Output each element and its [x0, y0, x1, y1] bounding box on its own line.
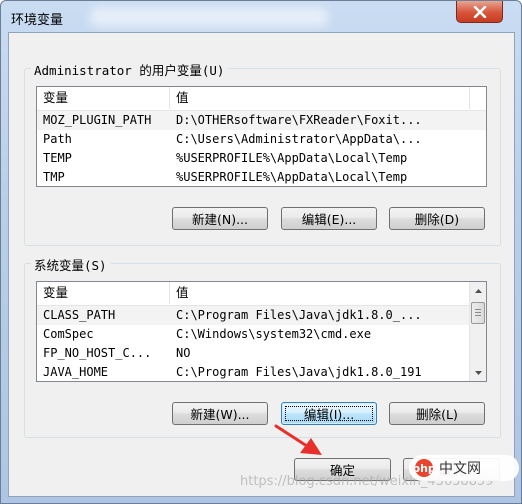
user-new-button[interactable]: 新建(N)...	[172, 207, 268, 230]
list-header: 变量 值	[37, 87, 486, 111]
close-button[interactable]	[456, 1, 503, 23]
user-edit-button[interactable]: 编辑(E)...	[281, 207, 377, 230]
dialog-client-area: Administrator 的用户变量(U) 变量 值 MOZ_PLUGIN_P…	[8, 32, 515, 497]
column-header-value[interactable]: 值	[170, 87, 470, 109]
variable-name: TMP	[43, 170, 65, 184]
scroll-up-button[interactable]	[470, 282, 486, 299]
variable-value: C:\Program Files\Java\jdk1.8.0_191	[176, 365, 422, 379]
title-bar[interactable]: 环境变量	[1, 1, 521, 33]
variable-value: C:\Windows\system32\cmd.exe	[176, 327, 372, 341]
variable-name: CLASS_PATH	[43, 308, 116, 322]
variable-name: JAVA_HOME	[43, 365, 109, 379]
list-header: 变量 值	[37, 282, 486, 306]
user-variables-label: Administrator 的用户变量(U)	[31, 60, 229, 79]
table-row[interactable]: TMP %USERPROFILE%\AppData\Local\Temp	[37, 168, 486, 186]
user-variables-list[interactable]: 变量 值 MOZ_PLUGIN_PATH D:\OTHERsoftware\FX…	[36, 86, 487, 187]
variable-value: C:\Program Files\Java\jdk1.8.0_...	[176, 308, 422, 322]
table-row[interactable]: JAVA_HOME C:\Program Files\Java\jdk1.8.0…	[37, 363, 486, 381]
system-variables-label: 系统变量(S)	[31, 255, 111, 274]
system-delete-button[interactable]: 删除(L)	[389, 402, 485, 425]
column-header-value[interactable]: 值	[170, 282, 470, 304]
chevron-up-icon	[474, 288, 482, 293]
variable-value: NO	[176, 346, 191, 360]
scroll-thumb[interactable]	[471, 302, 485, 324]
column-header-variable[interactable]: 变量	[37, 282, 170, 304]
system-new-button[interactable]: 新建(W)...	[172, 402, 268, 425]
table-row[interactable]: TEMP %USERPROFILE%\AppData\Local\Temp	[37, 149, 486, 168]
site-logo: php 中文网	[409, 455, 519, 481]
system-edit-button[interactable]: 编辑(I)...	[281, 402, 377, 425]
table-row[interactable]: CLASS_PATH C:\Program Files\Java\jdk1.8.…	[37, 306, 486, 325]
variable-value: %USERPROFILE%\AppData\Local\Temp	[176, 151, 408, 165]
variable-value: C:\Users\Administrator\AppData\...	[176, 132, 422, 146]
blurred-title-text	[89, 7, 329, 27]
table-row[interactable]: Path C:\Users\Administrator\AppData\...	[37, 130, 486, 149]
logo-text: 中文网	[439, 461, 481, 477]
scroll-down-button[interactable]	[470, 364, 486, 381]
variable-name: TEMP	[43, 151, 72, 165]
column-header-variable[interactable]: 变量	[37, 87, 170, 109]
table-row[interactable]: FP_NO_HOST_C... NO	[37, 344, 486, 363]
system-variables-list[interactable]: 变量 值 CLASS_PATH C:\Program Files\Java\jd…	[36, 281, 487, 382]
user-delete-button[interactable]: 删除(D)	[389, 207, 485, 230]
variable-name: ComSpec	[43, 327, 94, 341]
vertical-scrollbar[interactable]	[469, 282, 486, 381]
variable-value: %USERPROFILE%\AppData\Local\Temp	[176, 170, 408, 184]
window-title: 环境变量	[11, 13, 64, 28]
variable-name: FP_NO_HOST_C...	[43, 346, 152, 360]
logo-mark: php	[412, 459, 436, 477]
table-row[interactable]: MOZ_PLUGIN_PATH D:\OTHERsoftware\FXReade…	[37, 111, 486, 130]
variable-value: D:\OTHERsoftware\FXReader\Foxit...	[176, 113, 422, 127]
table-row[interactable]: ComSpec C:\Windows\system32\cmd.exe	[37, 325, 486, 344]
variable-name: MOZ_PLUGIN_PATH	[43, 113, 152, 127]
chevron-down-icon	[474, 370, 482, 375]
close-icon	[473, 5, 486, 18]
environment-variables-dialog: 环境变量 Administrator 的用户变量(U) 变量 值 MOZ_PLU…	[0, 0, 522, 504]
variable-name: Path	[43, 132, 72, 146]
